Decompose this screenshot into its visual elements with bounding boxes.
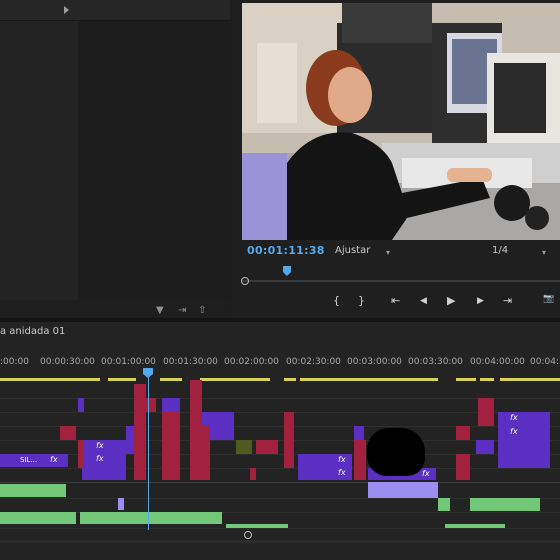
video-clip[interactable] <box>126 426 134 454</box>
video-clip[interactable] <box>236 440 252 454</box>
work-area-bar[interactable] <box>160 378 182 381</box>
ruler-label: :00:00 <box>0 357 29 367</box>
fx-badge: fx <box>510 427 518 436</box>
filter-icon[interactable]: ▼ <box>156 305 164 316</box>
fx-badge: fx <box>96 454 104 463</box>
track-separator <box>0 398 560 399</box>
ruler-label: 00:02:00:00 <box>224 357 279 367</box>
clip-label: SIL... <box>20 456 38 464</box>
track-separator <box>0 528 560 529</box>
work-area-bar[interactable] <box>108 378 136 381</box>
video-clip[interactable] <box>354 426 364 440</box>
expand-arrow-icon[interactable] <box>64 6 69 14</box>
work-area-bar[interactable] <box>456 378 476 381</box>
video-clip[interactable] <box>284 412 294 468</box>
fx-badge: fx <box>96 441 104 450</box>
ruler-label: 00:04:3 <box>530 357 560 367</box>
video-clip[interactable] <box>144 398 156 412</box>
work-area-bar[interactable] <box>284 378 296 381</box>
video-clip[interactable]: fx fx <box>82 440 126 480</box>
fx-badge: fx <box>338 468 346 477</box>
step-forward-button[interactable]: ▶ <box>477 296 484 306</box>
work-area-bar[interactable] <box>300 378 438 381</box>
work-area-bar[interactable] <box>200 378 270 381</box>
audio-clip[interactable] <box>80 512 222 524</box>
video-clip[interactable] <box>78 398 84 412</box>
step-back-button[interactable]: ◀ <box>420 296 427 306</box>
mark-out-button[interactable]: } <box>358 294 365 307</box>
ruler-label: 00:03:00:00 <box>347 357 402 367</box>
ruler-label: 00:03:30:00 <box>408 357 463 367</box>
project-panel-footer <box>0 300 230 320</box>
audio-clip[interactable] <box>368 482 438 498</box>
timeline-playhead-line[interactable] <box>148 370 149 530</box>
sequence-tab-title[interactable]: a anidada 01 <box>0 326 65 337</box>
chevron-down-icon[interactable]: ▾ <box>386 248 390 257</box>
audio-clip[interactable] <box>226 524 288 528</box>
video-clip[interactable] <box>250 468 256 480</box>
zoom-fit-select[interactable]: Ajustar <box>335 245 370 256</box>
video-clip[interactable] <box>202 426 210 480</box>
video-clip[interactable] <box>256 440 278 454</box>
track-separator <box>0 426 560 427</box>
fx-badge: fx <box>50 455 58 464</box>
video-clip[interactable] <box>478 398 494 426</box>
chevron-down-icon[interactable]: ▾ <box>542 248 546 257</box>
work-area-bar[interactable] <box>480 378 494 381</box>
go-to-in-button[interactable]: ⇤ <box>391 294 400 307</box>
fx-badge: fx <box>422 469 430 478</box>
program-timecode[interactable]: 00:01:11:38 <box>247 244 325 257</box>
ruler-label: 00:04:00:00 <box>470 357 525 367</box>
insert-icon[interactable]: ⇥ <box>178 305 186 316</box>
video-clip[interactable] <box>162 412 180 480</box>
video-clip[interactable] <box>456 426 470 440</box>
program-scrub-bar[interactable] <box>242 280 560 282</box>
timeline-zoom-handle[interactable] <box>244 531 252 539</box>
playback-resolution-select[interactable]: 1/4 <box>492 245 508 256</box>
video-clip[interactable]: fx fx <box>298 454 352 480</box>
video-clip[interactable] <box>78 440 84 468</box>
fx-badge: fx <box>338 455 346 464</box>
timeline-scrollbar[interactable] <box>0 540 560 543</box>
overwrite-icon[interactable]: ⇧ <box>198 305 206 316</box>
video-clip[interactable] <box>354 440 366 480</box>
work-area-bar[interactable] <box>500 378 560 381</box>
video-clip[interactable] <box>190 380 202 480</box>
audio-clip[interactable] <box>445 524 505 528</box>
audio-clip[interactable] <box>0 484 66 497</box>
video-clip[interactable]: SIL... fx <box>0 454 68 467</box>
go-to-out-button[interactable]: ⇥ <box>503 294 512 307</box>
video-clip[interactable]: fx fx <box>498 412 550 468</box>
audio-clip[interactable] <box>470 498 540 511</box>
ruler-label: 00:01:30:00 <box>163 357 218 367</box>
audio-clip[interactable] <box>0 512 76 524</box>
video-clip[interactable] <box>476 440 494 454</box>
video-clip[interactable] <box>162 398 180 412</box>
track-separator <box>0 482 560 483</box>
project-panel <box>0 0 78 318</box>
fx-badge: fx <box>510 413 518 422</box>
play-button[interactable]: ▶ <box>447 294 455 307</box>
program-video-frame <box>242 3 560 240</box>
video-clip[interactable] <box>60 426 76 440</box>
mark-in-button[interactable]: { <box>333 294 340 307</box>
video-clip[interactable] <box>456 454 470 480</box>
work-area-bar[interactable] <box>0 378 100 381</box>
ruler-label: 00:00:30:00 <box>40 357 95 367</box>
camera-icon[interactable]: 📷 <box>543 294 554 304</box>
track-separator <box>0 412 560 413</box>
audio-clip[interactable] <box>438 498 450 511</box>
scrub-start-handle[interactable] <box>241 277 249 285</box>
audio-clip[interactable] <box>118 498 124 510</box>
redaction-mark <box>367 428 425 476</box>
ruler-label: 00:01:00:00 <box>101 357 156 367</box>
project-panel-header <box>0 0 230 21</box>
ruler-label: 00:02:30:00 <box>286 357 341 367</box>
